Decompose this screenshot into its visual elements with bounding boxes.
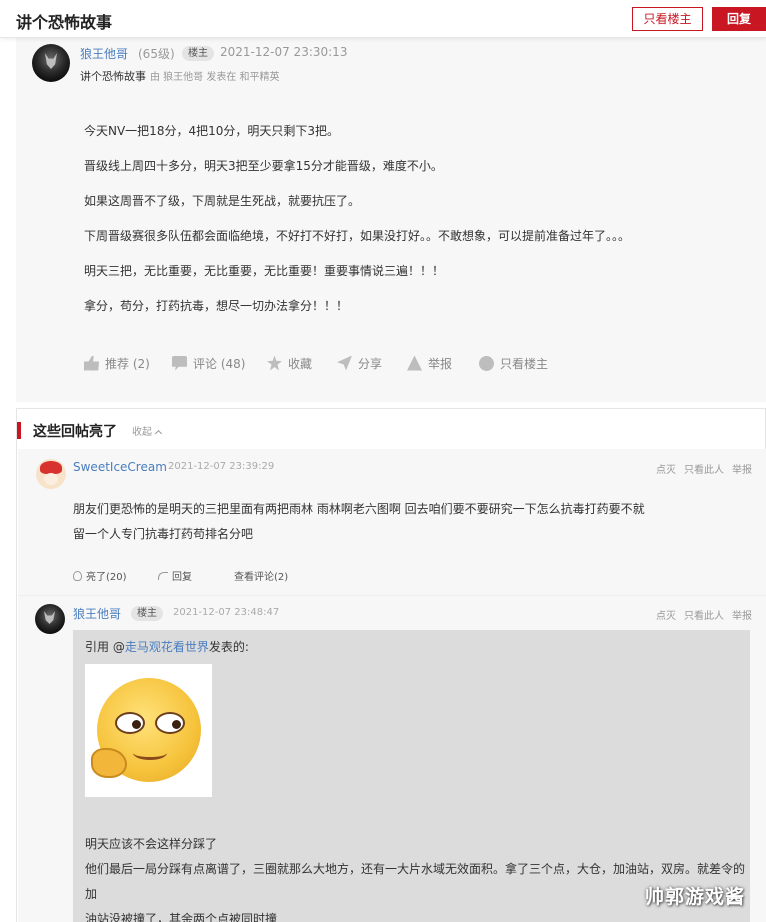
comment-button[interactable]: 评论 (48)	[172, 354, 245, 372]
view-comments-link[interactable]: 查看评论(2)	[234, 568, 288, 583]
reply-text: 朋友们更恐怖的是明天的三把里面有两把雨林 雨林啊老六图啊 回去咱们要不要研究一下…	[73, 497, 753, 547]
avatar[interactable]	[35, 604, 65, 634]
only-this-user-link[interactable]: 只看此人	[684, 611, 724, 622]
smirk-emoji-icon	[91, 678, 201, 782]
reply-time: 2021-12-07 23:39:29	[168, 461, 275, 472]
quote-prefix: 引用 @	[85, 640, 125, 654]
reply-line: 朋友们更恐怖的是明天的三把里面有两把雨林 雨林啊老六图啊 回去咱们要不要研究一下…	[73, 502, 645, 516]
only-this-user-link[interactable]: 只看此人	[684, 465, 724, 476]
post-subline: 讲个恐怖故事由 狼王他哥 发表在 和平精英	[80, 68, 280, 84]
comment-label: 评论 (48)	[193, 356, 246, 371]
reply-time: 2021-12-07 23:48:47	[173, 607, 280, 618]
emoji-eye	[155, 712, 185, 734]
only-op-link[interactable]: 只看楼主	[479, 354, 548, 372]
author-name[interactable]: SweetIceCream	[73, 460, 167, 474]
post-time: 2021-12-07 23:30:13	[220, 45, 348, 59]
report-link[interactable]: 举报	[732, 465, 752, 476]
quote-header: 引用 @走马观花看世界发表的:	[85, 638, 249, 655]
op-badge: 楼主	[131, 606, 163, 621]
reply-line: 留一个人专门抗毒打药苟排名分吧	[73, 527, 254, 541]
emoji-eye	[115, 712, 145, 734]
hot-replies-section: 这些回帖亮了 收起 SweetIceCream 2021-12-07 23:39…	[16, 408, 766, 922]
reply-item: SweetIceCream 2021-12-07 23:39:29 点灭 只看此人…	[18, 449, 766, 595]
quoted-user-link[interactable]: 走马观花看世界	[125, 640, 209, 654]
reply-link[interactable]: 回复	[158, 568, 192, 583]
thumbs-up-icon	[84, 355, 99, 371]
quote-suffix: 发表的:	[208, 640, 249, 654]
post-body: 今天NV一把18分，4把10分，明天只剩下3把。 晋级线上周四十多分，明天3把至…	[84, 124, 744, 334]
post-paragraph: 今天NV一把18分，4把10分，明天只剩下3把。	[84, 124, 339, 138]
favorite-button[interactable]: 收藏	[267, 354, 312, 372]
collapse-label: 收起	[132, 427, 152, 438]
collapse-toggle[interactable]: 收起	[132, 423, 163, 438]
report-label: 举报	[428, 356, 453, 371]
reply-label: 回复	[172, 572, 192, 583]
post-paragraph: 拿分，苟分，打药抗毒，想尽一切办法拿分！！！	[84, 299, 349, 313]
quote-line: 油站没被撞了，其余两个点被同时撞	[85, 912, 278, 922]
hot-replies-header: 这些回帖亮了 收起	[17, 409, 765, 449]
emoji-image	[85, 664, 212, 797]
like-button[interactable]: 推荐 (2)	[84, 354, 150, 372]
report-button[interactable]: 举报	[407, 354, 452, 372]
warning-icon	[407, 355, 422, 371]
reply-item: 狼王他哥 楼主 2021-12-07 23:48:47 点灭 只看此人 举报 引用 …	[18, 595, 766, 922]
quote-line: 明天应该不会这样分踩了	[85, 837, 218, 851]
light-button[interactable]: 亮了(20)	[73, 568, 127, 583]
share-icon	[337, 355, 352, 371]
reply-button[interactable]: 回复	[712, 7, 766, 31]
report-link[interactable]: 举报	[732, 611, 752, 622]
reply-arrow-icon	[158, 571, 168, 580]
only-op-button[interactable]: 只看楼主	[632, 7, 703, 31]
emoji-hand	[91, 748, 127, 778]
emoji-mouth	[133, 746, 167, 760]
avatar[interactable]	[32, 44, 70, 82]
share-label: 分享	[358, 356, 383, 371]
page-title: 讲个恐怖故事	[16, 13, 113, 32]
post-title: 讲个恐怖故事	[80, 70, 146, 83]
bulb-icon	[73, 570, 82, 581]
dislike-link[interactable]: 点灭	[656, 611, 676, 622]
author-name[interactable]: 狼王他哥	[80, 45, 128, 62]
accent-bar	[17, 422, 21, 439]
chevron-up-icon	[154, 429, 163, 438]
favorite-label: 收藏	[288, 356, 313, 371]
reply-ops: 点灭 只看此人 举报	[648, 461, 752, 476]
top-bar: 讲个恐怖故事 只看楼主 回复	[0, 0, 766, 38]
quote-block: 引用 @走马观花看世界发表的: 明天应该不会这样分踩了 他们最后一局分踩有点离谱…	[73, 630, 750, 922]
author-name[interactable]: 狼王他哥	[73, 605, 121, 622]
like-label: 推荐 (2)	[105, 356, 150, 371]
star-icon	[267, 355, 282, 371]
share-button[interactable]: 分享	[337, 354, 382, 372]
main-post: 狼王他哥 (65级) 楼主 2021-12-07 23:30:13 讲个恐怖故事…	[16, 38, 766, 402]
post-paragraph: 如果这周晋不了级，下周就是生死战，就要抗压了。	[84, 194, 361, 208]
hot-replies-title: 这些回帖亮了	[33, 424, 117, 440]
reply-ops: 点灭 只看此人 举报	[648, 607, 752, 622]
dislike-link[interactable]: 点灭	[656, 465, 676, 476]
user-level: (65级)	[138, 47, 175, 61]
only-op-label: 只看楼主	[500, 356, 549, 371]
op-icon	[479, 355, 494, 371]
post-paragraph: 明天三把，无比重要，无比重要，无比重要！重要事情说三遍！！！	[84, 264, 445, 278]
op-badge: 楼主	[182, 46, 214, 61]
avatar[interactable]	[36, 459, 66, 489]
post-meta: 由 狼王他哥 发表在 和平精英	[150, 72, 280, 83]
light-label: 亮了(20)	[86, 572, 127, 583]
comment-icon	[172, 355, 187, 371]
post-paragraph: 下周晋级赛很多队伍都会面临绝境，不好打不好打，如果没打好。。不敢想象，可以提前准…	[84, 229, 631, 243]
watermark: 帅郭游戏酱	[645, 886, 746, 908]
post-paragraph: 晋级线上周四十多分，明天3把至少要拿15分才能晋级，难度不小。	[84, 159, 443, 173]
